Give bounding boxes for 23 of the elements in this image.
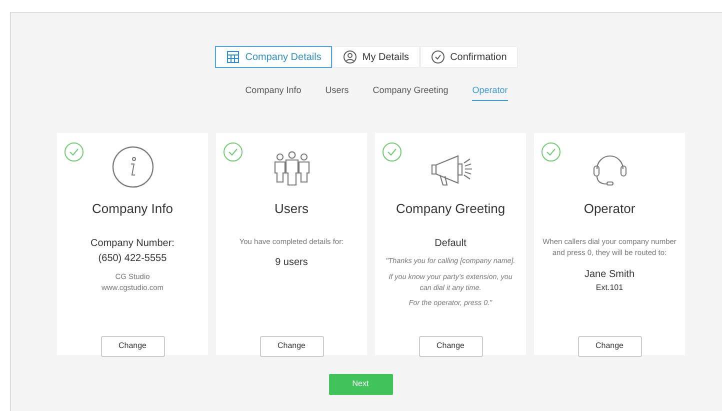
card-title: Company Info — [91, 200, 174, 218]
step-tab[interactable]: Company Details — [215, 46, 332, 68]
section-link[interactable]: Company Info — [245, 84, 302, 100]
card-text: Company Number: (650) 422-5555 — [90, 237, 176, 266]
change-button[interactable]: Change — [578, 336, 642, 356]
change-button[interactable]: Change — [100, 336, 164, 356]
step-tab[interactable]: My Details — [332, 46, 420, 68]
step-tab[interactable]: Confirmation — [420, 46, 518, 68]
card-text: Default — [434, 237, 468, 251]
card-text: Ext.101 — [594, 282, 624, 294]
card-title: Users — [274, 200, 310, 218]
card-title: Operator — [582, 200, 636, 218]
section-link[interactable]: Company Greeting — [372, 84, 448, 100]
change-button[interactable]: Change — [418, 336, 482, 356]
card-title: Company Greeting — [394, 200, 506, 218]
card-text: Jane Smith — [583, 268, 636, 282]
info-icon — [110, 144, 154, 188]
change-button[interactable]: Change — [260, 336, 324, 356]
check-circle-icon — [431, 50, 446, 64]
person-icon — [343, 50, 358, 64]
card-text: 9 users — [274, 256, 309, 270]
grid-icon — [226, 50, 240, 64]
section-link[interactable]: Users — [325, 84, 349, 100]
